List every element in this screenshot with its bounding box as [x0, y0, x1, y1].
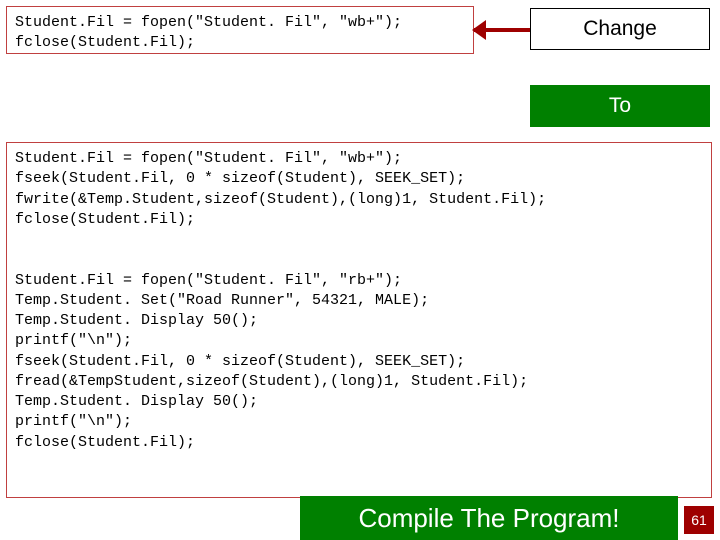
change-label-box: Change	[530, 8, 710, 50]
compile-label-box: Compile The Program!	[300, 496, 678, 540]
change-label-text: Change	[583, 17, 657, 41]
code-block-after: Student.Fil = fopen("Student. Fil", "wb+…	[6, 142, 712, 498]
to-label-box: To	[530, 85, 710, 127]
code-block-before: Student.Fil = fopen("Student. Fil", "wb+…	[6, 6, 474, 54]
page-number-badge: 61	[684, 506, 714, 534]
page-number-text: 61	[691, 512, 707, 528]
arrow-left-icon	[472, 20, 486, 40]
compile-label-text: Compile The Program!	[358, 503, 619, 534]
to-label-text: To	[609, 94, 631, 118]
